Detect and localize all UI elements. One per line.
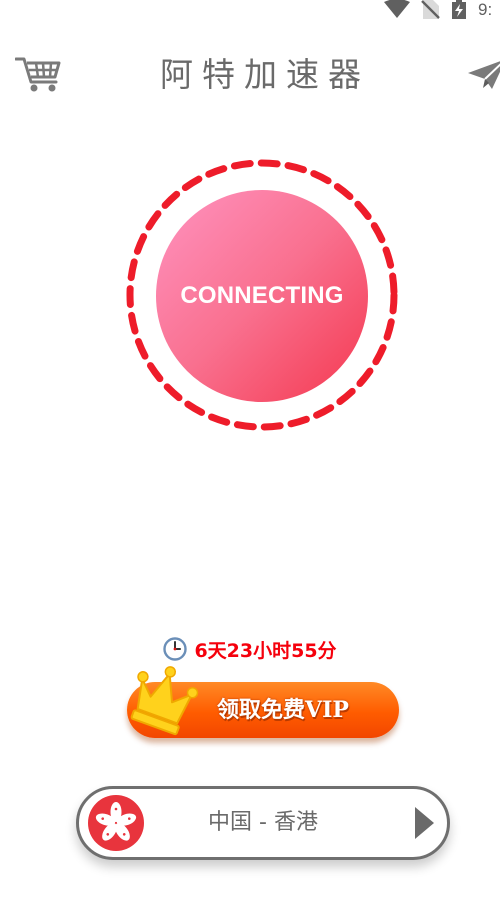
server-name: 中国 - 香港 — [208, 810, 318, 835]
hong-kong-flag-icon — [88, 795, 144, 851]
right-arrow-icon — [415, 807, 434, 839]
vip-label: 领取免费VIP — [217, 697, 349, 723]
no-sim-icon — [421, 0, 440, 19]
timer-text: 6天23小时55分 — [194, 639, 337, 662]
connect-button[interactable]: CONNECTING — [156, 190, 368, 402]
paper-plane-share-icon[interactable] — [466, 55, 500, 89]
battery-charging-icon — [452, 0, 466, 19]
app-screen: 9: 阿特加速器 CONNECTING 6天23小时55分 领取免费VIP 中国… — [0, 0, 500, 900]
clock-icon — [163, 637, 188, 661]
app-title: 阿特加速器 — [160, 55, 370, 94]
wifi-icon — [384, 0, 410, 18]
server-selector[interactable]: 中国 - 香港 — [76, 786, 450, 860]
trial-timer: 6天23小时55分 — [0, 635, 500, 663]
status-time: 9: — [478, 0, 493, 19]
status-bar: 9: — [0, 0, 500, 20]
shopping-cart-icon[interactable] — [15, 50, 63, 94]
connect-label: CONNECTING — [180, 282, 344, 309]
crown-icon — [130, 666, 199, 736]
